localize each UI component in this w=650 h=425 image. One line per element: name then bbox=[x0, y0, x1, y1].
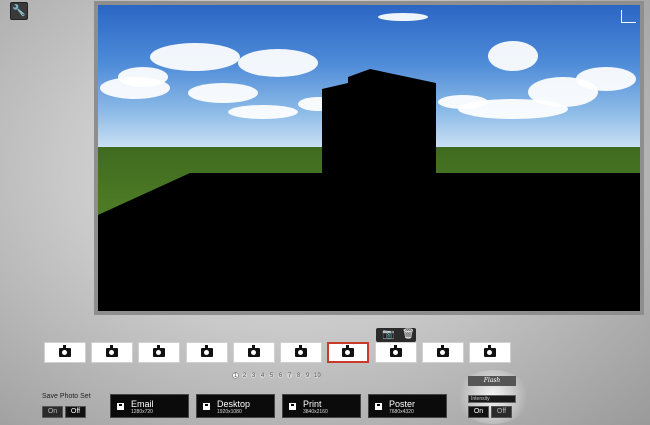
camera-icon bbox=[437, 345, 449, 357]
page-dot[interactable]: 10 bbox=[313, 372, 321, 379]
save-photo-set-label: Save Photo Set bbox=[42, 393, 91, 400]
resolution-name: Desktop bbox=[217, 399, 251, 409]
resolution-size: 1280x720 bbox=[131, 409, 153, 415]
camera-icon bbox=[201, 345, 213, 357]
flash-logo: Flash bbox=[468, 376, 516, 386]
trash-icon[interactable]: 🗑 bbox=[402, 329, 415, 340]
save-poster-button[interactable]: Poster 7680x4320 bbox=[368, 394, 447, 418]
page-dot[interactable]: 2 bbox=[241, 372, 248, 379]
3d-viewport[interactable] bbox=[94, 1, 644, 315]
resolution-name: Print bbox=[303, 399, 322, 409]
save-photo-set-toggle: On Off bbox=[42, 406, 86, 418]
camera-icon bbox=[295, 345, 307, 357]
save-print-button[interactable]: Print 3840x2160 bbox=[282, 394, 361, 418]
floppy-disk-icon bbox=[203, 403, 210, 410]
photo-slot[interactable] bbox=[375, 342, 417, 363]
save-desktop-button[interactable]: Desktop 1920x1080 bbox=[196, 394, 275, 418]
photo-slot[interactable] bbox=[469, 342, 511, 363]
floppy-disk-icon bbox=[289, 403, 296, 410]
wrench-icon[interactable]: 🔧 bbox=[10, 2, 28, 20]
photo-slot-selected[interactable] bbox=[327, 342, 369, 363]
resolution-size: 1920x1080 bbox=[217, 409, 242, 415]
save-email-button[interactable]: Email 1280x720 bbox=[110, 394, 189, 418]
page-dot[interactable]: 1 bbox=[232, 372, 239, 379]
photo-slot[interactable] bbox=[91, 342, 133, 363]
resolution-name: Email bbox=[131, 399, 154, 409]
page-dot[interactable]: 3 bbox=[250, 372, 257, 379]
save-photo-set-on-button[interactable]: On bbox=[42, 406, 63, 418]
page-dot[interactable]: 9 bbox=[304, 372, 311, 379]
resolution-name: Poster bbox=[389, 399, 416, 409]
save-photo-set-off-button[interactable]: Off bbox=[65, 406, 86, 418]
page-dot[interactable]: 5 bbox=[268, 372, 275, 379]
flash-panel: Flash Intensity On Off bbox=[456, 370, 530, 424]
camera-icon bbox=[484, 345, 496, 357]
flash-on-button[interactable]: On bbox=[468, 406, 489, 418]
camera-icon bbox=[248, 345, 260, 357]
photo-slot[interactable] bbox=[280, 342, 322, 363]
flash-intensity-slider[interactable]: Intensity bbox=[468, 395, 516, 403]
page-dot[interactable]: 7 bbox=[286, 372, 293, 379]
camera-icon bbox=[59, 345, 71, 357]
camera-icon bbox=[153, 345, 165, 357]
page-dot[interactable]: 6 bbox=[277, 372, 284, 379]
flash-toggle: On Off bbox=[468, 406, 512, 418]
photo-slot[interactable] bbox=[186, 342, 228, 363]
photo-slot[interactable] bbox=[233, 342, 275, 363]
camera-tools: 📷 🗑 bbox=[376, 328, 416, 342]
floppy-disk-icon bbox=[375, 403, 382, 410]
fullscreen-icon[interactable] bbox=[621, 10, 636, 23]
photo-slot[interactable] bbox=[422, 342, 464, 363]
page-dot[interactable]: 8 bbox=[295, 372, 302, 379]
photo-slot[interactable] bbox=[138, 342, 180, 363]
photo-slot[interactable] bbox=[44, 342, 86, 363]
camera-icon[interactable]: 📷 bbox=[382, 329, 394, 340]
resolution-size: 3840x2160 bbox=[303, 409, 328, 415]
floppy-disk-icon bbox=[117, 403, 124, 410]
resolution-size: 7680x4320 bbox=[389, 409, 414, 415]
camera-icon bbox=[342, 345, 354, 357]
camera-icon bbox=[390, 345, 402, 357]
camera-icon bbox=[106, 345, 118, 357]
flash-off-button[interactable]: Off bbox=[491, 406, 512, 418]
page-dot[interactable]: 4 bbox=[259, 372, 266, 379]
building-silhouette bbox=[98, 69, 640, 311]
